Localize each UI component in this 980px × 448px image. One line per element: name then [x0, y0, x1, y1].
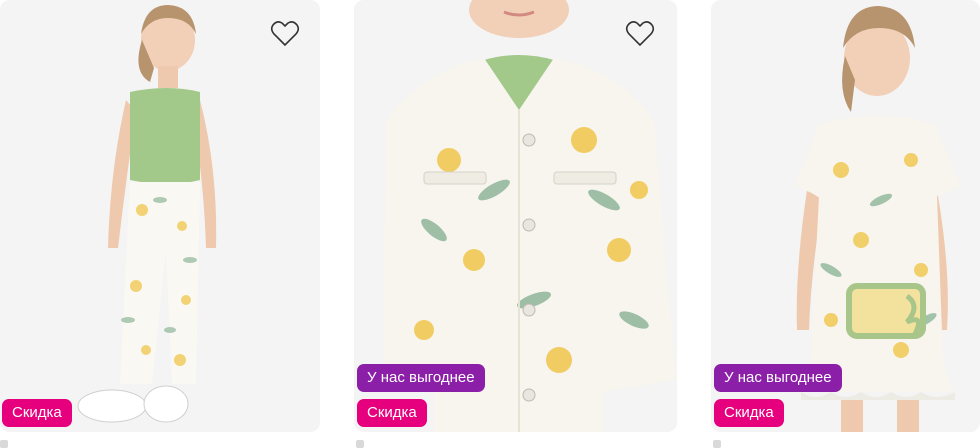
next-row-edge	[0, 440, 8, 448]
heart-outline-icon	[625, 21, 655, 47]
next-row-edge	[356, 440, 364, 448]
next-row-edge	[713, 440, 721, 448]
discount-badge: Скидка	[357, 399, 427, 427]
product-photo-1[interactable]	[0, 0, 320, 432]
heart-outline-icon	[270, 21, 300, 47]
product-card-3[interactable]: У нас выгоднее Скидка	[711, 0, 980, 432]
better-price-badge: У нас выгоднее	[357, 364, 485, 392]
favorite-button[interactable]	[269, 18, 301, 50]
discount-badge: Скидка	[714, 399, 784, 427]
better-price-badge: У нас выгоднее	[714, 364, 842, 392]
discount-badge: Скидка	[2, 399, 72, 427]
product-card-2[interactable]: У нас выгоднее Скидка	[354, 0, 677, 432]
favorite-button[interactable]	[624, 18, 656, 50]
product-card-1[interactable]: Скидка	[0, 0, 320, 432]
